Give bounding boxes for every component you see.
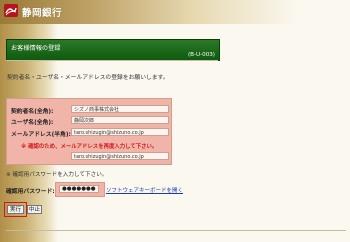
email-confirm-field[interactable]: taro.shizugin@shizuno.co.jp <box>71 152 169 160</box>
page-code: (B-U-003) <box>187 52 215 58</box>
email-label: メールアドレス(半角): <box>11 132 71 138</box>
title-divider <box>6 60 218 61</box>
user-name-label: ユーザ名(全角): <box>11 120 54 126</box>
bank-logo-icon <box>4 4 18 17</box>
user-name-field[interactable]: 静岡次郎 <box>71 116 169 124</box>
email-field[interactable]: taro.shizugin@shizuno.co.jp <box>71 128 169 136</box>
bottom-divider <box>6 230 346 231</box>
software-keyboard-link[interactable]: ソフトウェアキーボードを開く <box>106 186 183 194</box>
execute-button[interactable]: 実行 <box>7 205 24 214</box>
password-field-wrap: ●●●●●●● <box>55 182 105 197</box>
email-confirm-warning: ※ 確認のため、メールアドレスを再度入力して下さい。 <box>21 144 158 150</box>
password-field[interactable]: ●●●●●●● <box>59 185 99 193</box>
page: 静岡銀行 お客様情報の登録 (B-U-003) 契約者名・ユーザ名・メールアドレ… <box>0 0 350 242</box>
contractor-name-label: 契約者名(全角): <box>11 109 54 115</box>
header: 静岡銀行 <box>0 0 350 24</box>
stop-button[interactable]: 中止 <box>27 205 42 214</box>
contractor-name-field[interactable]: シズノ商事株式会社 <box>71 105 169 113</box>
instruction-text: 契約者名・ユーザ名・メールアドレスの登録をお願いします。 <box>7 75 169 81</box>
password-label: 確認用パスワード: <box>6 189 55 195</box>
registration-form: 契約者名(全角): シズノ商事株式会社 ユーザ名(全角): 静岡次郎 メールアド… <box>6 98 172 165</box>
page-title-bar: お客様情報の登録 (B-U-003) <box>6 39 220 61</box>
page-title: お客様情報の登録 <box>11 45 61 52</box>
bank-name: 静岡銀行 <box>22 8 63 19</box>
password-note: ※ 確認用パスワードを入力して下さい。 <box>6 172 108 178</box>
